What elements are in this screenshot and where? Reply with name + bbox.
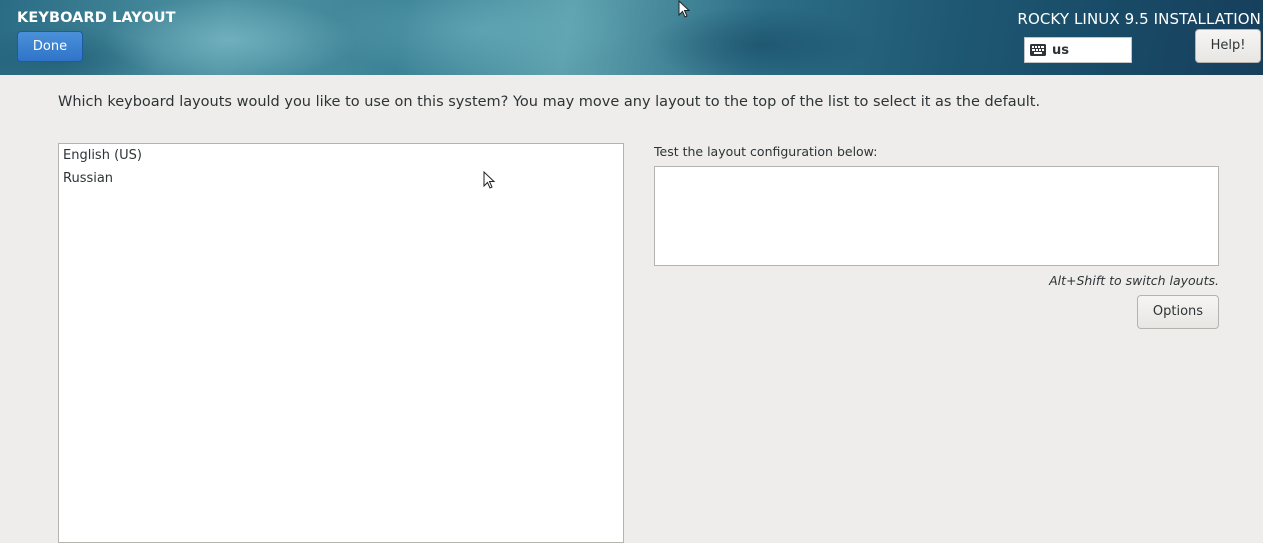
switch-layouts-hint: Alt+Shift to switch layouts. [1049, 273, 1219, 288]
done-button[interactable]: Done [17, 31, 83, 62]
keyboard-layout-indicator[interactable]: us [1024, 37, 1132, 63]
instruction-text: Which keyboard layouts would you like to… [58, 94, 1041, 110]
layout-list-item-english-us[interactable]: English (US) [59, 144, 623, 167]
options-button[interactable]: Options [1137, 295, 1219, 329]
product-title: ROCKY LINUX 9.5 INSTALLATION [1017, 10, 1261, 28]
test-layout-label: Test the layout configuration below: [654, 144, 878, 159]
layout-list[interactable]: English (US) Russian [58, 143, 624, 543]
keyboard-icon [1029, 41, 1047, 59]
help-button[interactable]: Help! [1195, 29, 1261, 63]
mouse-pointer-icon [483, 171, 496, 189]
mouse-pointer-icon [678, 0, 691, 18]
keyboard-layout-code: us [1052, 42, 1069, 58]
header-banner: KEYBOARD LAYOUT Done ROCKY LINUX 9.5 INS… [0, 0, 1263, 75]
page-title: KEYBOARD LAYOUT [17, 10, 176, 26]
layout-list-item-russian[interactable]: Russian [59, 167, 623, 190]
test-layout-input[interactable] [654, 166, 1219, 266]
